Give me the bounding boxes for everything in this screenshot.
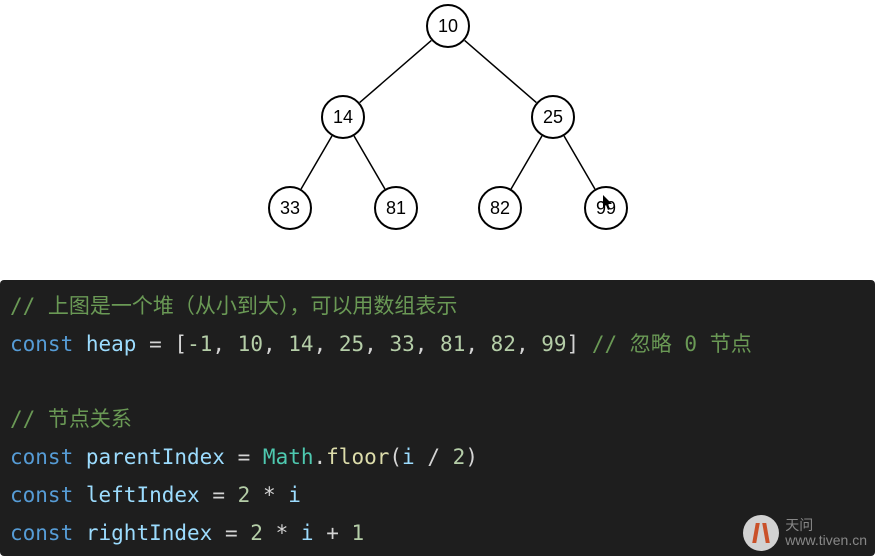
var-right-index: rightIndex xyxy=(86,521,212,545)
watermark: 天问 www.tiven.cn xyxy=(743,515,867,551)
comma: , xyxy=(314,332,339,356)
array-value: 82 xyxy=(491,332,516,356)
var-i: i xyxy=(402,445,415,469)
num-1: 1 xyxy=(352,521,365,545)
tree-node-82: 82 xyxy=(478,186,522,230)
var-left-index: leftIndex xyxy=(86,483,200,507)
watermark-title: 天问 xyxy=(785,518,867,533)
var-heap: heap xyxy=(86,332,137,356)
tree-edge xyxy=(465,40,537,102)
tree-edge xyxy=(360,40,432,102)
array-value: 81 xyxy=(440,332,465,356)
watermark-text: 天问 www.tiven.cn xyxy=(785,518,867,549)
equals-sign: = xyxy=(238,445,251,469)
tree-edge xyxy=(511,136,542,189)
array-value: 10 xyxy=(238,332,263,356)
bracket-open: [ xyxy=(174,332,187,356)
tree-edge xyxy=(354,136,385,189)
equals-sign: = xyxy=(149,332,162,356)
array-value: 25 xyxy=(339,332,364,356)
array-value: 14 xyxy=(288,332,313,356)
mul-op: * xyxy=(263,483,276,507)
equals-sign: = xyxy=(225,521,238,545)
array-value: 99 xyxy=(541,332,566,356)
array-value: -1 xyxy=(187,332,212,356)
comma: , xyxy=(516,332,541,356)
num-2: 2 xyxy=(250,521,263,545)
mul-op: * xyxy=(276,521,289,545)
comma: , xyxy=(263,332,288,356)
keyword-const: const xyxy=(10,445,73,469)
keyword-const: const xyxy=(10,521,73,545)
keyword-const: const xyxy=(10,483,73,507)
paren-close: ) xyxy=(465,445,478,469)
bracket-close: ] xyxy=(567,332,580,356)
tree-node-99: 99 xyxy=(584,186,628,230)
tree-node-81: 81 xyxy=(374,186,418,230)
tree-node-33: 33 xyxy=(268,186,312,230)
var-i: i xyxy=(288,483,301,507)
watermark-logo-icon xyxy=(743,515,779,551)
tree-edge xyxy=(564,136,595,189)
plus-op: + xyxy=(326,521,339,545)
comma: , xyxy=(465,332,490,356)
tree-edge xyxy=(301,136,332,189)
comma: , xyxy=(364,332,389,356)
comment-line-1: // 上图是一个堆（从小到大），可以用数组表示 xyxy=(10,294,457,318)
tree-node-14: 14 xyxy=(321,95,365,139)
tree-node-25: 25 xyxy=(531,95,575,139)
num-2: 2 xyxy=(238,483,251,507)
comment-relations: // 节点关系 xyxy=(10,407,132,431)
fn-floor: floor xyxy=(326,445,389,469)
equals-sign: = xyxy=(212,483,225,507)
class-math: Math xyxy=(263,445,314,469)
array-value: 33 xyxy=(389,332,414,356)
num-2: 2 xyxy=(453,445,466,469)
var-i: i xyxy=(301,521,314,545)
heap-tree-diagram: 10 14 25 33 81 82 99 xyxy=(0,0,875,270)
div-op: / xyxy=(427,445,440,469)
keyword-const: const xyxy=(10,332,73,356)
comma: , xyxy=(212,332,237,356)
array-values: -1, 10, 14, 25, 33, 81, 82, 99 xyxy=(187,332,566,356)
comma: , xyxy=(415,332,440,356)
tree-node-10: 10 xyxy=(426,4,470,48)
comment-ignore-0: // 忽略 0 节点 xyxy=(592,332,752,356)
var-parent-index: parentIndex xyxy=(86,445,225,469)
dot: . xyxy=(314,445,327,469)
watermark-url: www.tiven.cn xyxy=(785,533,867,548)
paren-open: ( xyxy=(389,445,402,469)
